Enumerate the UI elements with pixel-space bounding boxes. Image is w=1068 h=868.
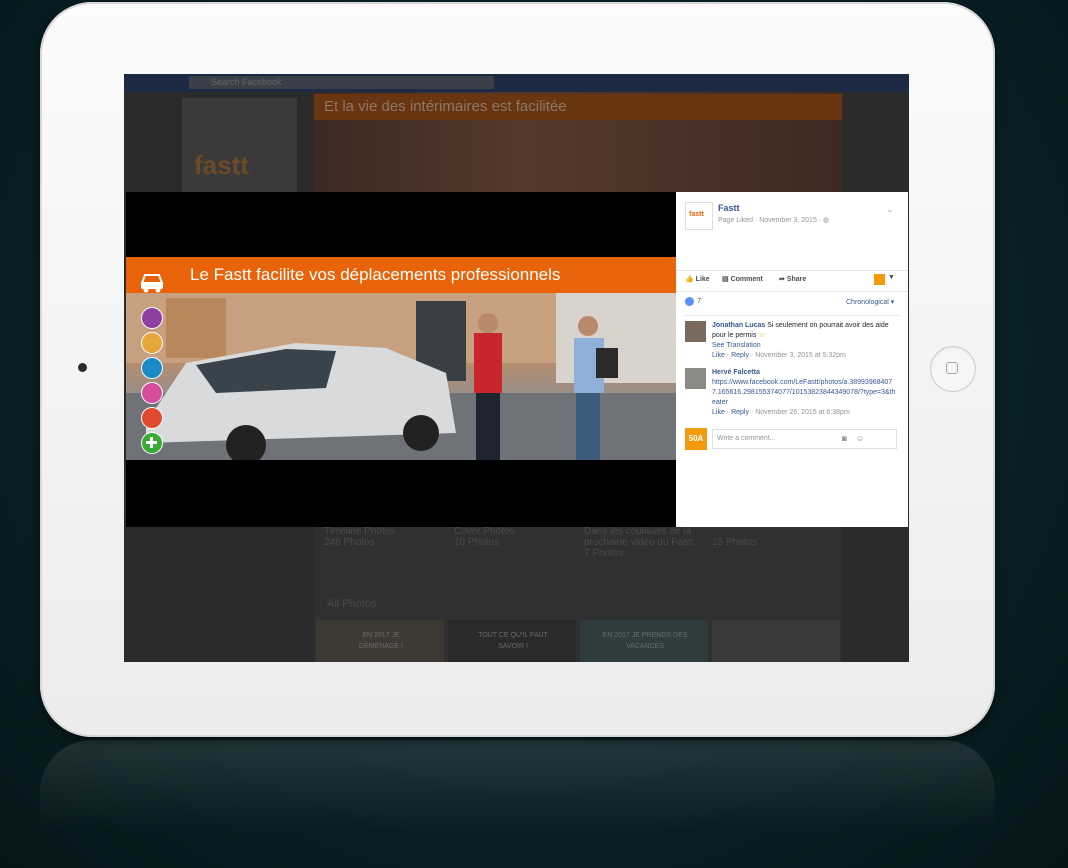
profile-selector-avatar[interactable] <box>874 274 885 285</box>
share-label: Share <box>786 276 807 283</box>
front-camera <box>78 363 87 372</box>
thumbs-up-icon: 👍 <box>685 276 694 283</box>
divider <box>685 315 899 316</box>
comment-item: Hervé Falcetta https://www.facebook.com/… <box>685 368 900 418</box>
post-actions: 👍 Like ▤ Comment ➦ Share ▼ <box>676 270 908 292</box>
globe-icon: ◍ <box>823 217 830 224</box>
comment-date[interactable]: November 3, 2015 at 5:32pm <box>755 352 846 359</box>
album-name: Cover Photos <box>454 526 515 537</box>
comment-icon: ▤ <box>722 276 729 283</box>
post-sidebar: fastt Fastt Page Liked · November 3, 201… <box>676 192 908 527</box>
like-reaction-icon <box>685 296 694 306</box>
comment-body: Jonathan Lucas Si seulement on pourrait … <box>712 321 897 361</box>
home-button-icon <box>946 362 958 374</box>
rocking-horse-icon[interactable] <box>141 382 163 404</box>
write-comment-row: 50A Write a comment... ◙ ☺ <box>685 428 900 450</box>
photo-image <box>126 293 676 460</box>
smiley-emoji-icon: ☺ <box>758 332 766 339</box>
post-meta-text: Page Liked · November 3, 2015 · <box>718 217 824 224</box>
comment-reply-link[interactable]: Reply <box>731 409 749 416</box>
thumbnail-caption: EN 2017 JE DÉMÉNAGE ! <box>359 632 403 650</box>
album-name: Dans les coulisses de la prochaine vidéo… <box>584 526 694 548</box>
all-photos-heading: All Photos <box>327 598 377 610</box>
see-translation-link[interactable]: See Translation <box>712 342 761 349</box>
people-icon[interactable] <box>141 407 163 429</box>
logo-text: fastt <box>194 150 249 180</box>
photo-viewer[interactable]: Le Fastt facilite vos déplacements profe… <box>126 192 676 527</box>
comment-item: Jonathan Lucas Si seulement on pourrait … <box>685 321 900 366</box>
photo-thumbnail[interactable] <box>712 620 840 662</box>
device-reflection <box>40 740 995 868</box>
plus-icon[interactable] <box>141 432 163 454</box>
comment-button[interactable]: ▤ Comment <box>722 275 763 283</box>
comment-date[interactable]: November 26, 2015 at 6:38pm <box>755 409 850 416</box>
like-label: Like <box>695 276 710 283</box>
comment-author[interactable]: Jonathan Lucas <box>712 322 765 329</box>
caret-down-icon[interactable]: ▼ <box>888 274 895 281</box>
comment-like-link[interactable]: Like <box>712 352 725 359</box>
chevron-down-icon[interactable]: ⌄ <box>886 204 894 215</box>
album-count: 15 Photos <box>712 537 758 548</box>
reaction-count: 7 <box>697 296 702 305</box>
like-button[interactable]: 👍 Like <box>685 275 710 283</box>
post-meta: Page Liked · November 3, 2015 · ◍ <box>718 216 829 224</box>
emoji-icon[interactable]: ☺ <box>856 434 864 443</box>
home-button[interactable] <box>930 346 976 392</box>
comment-like-link[interactable]: Like <box>712 409 725 416</box>
album-name: Timeline Photos <box>324 526 396 537</box>
page-avatar[interactable]: fastt <box>685 202 713 230</box>
house-icon[interactable] <box>141 357 163 379</box>
facebook-top-bar: Search Facebook <box>124 74 909 92</box>
photo-thumbnail[interactable]: TOUT CE QU'IL FAUT SAVOIR ! <box>448 620 576 662</box>
my-avatar[interactable]: 50A <box>685 428 707 450</box>
comment-body: Hervé Falcetta https://www.facebook.com/… <box>712 368 897 418</box>
comment-link[interactable]: https://www.facebook.com/LeFastt/photos/… <box>712 379 896 406</box>
search-input[interactable]: Search Facebook <box>189 76 494 89</box>
album-count: 7 Photos <box>584 548 624 559</box>
share-button[interactable]: ➦ Share <box>779 275 806 283</box>
share-icon: ➦ <box>779 276 785 283</box>
photo-banner: Le Fastt facilite vos déplacements profe… <box>126 257 676 293</box>
cover-banner: Et la vie des intérimaires est facilitée <box>314 94 842 120</box>
reaction-summary[interactable]: 7 <box>685 296 701 306</box>
page-profile-logo: fastt <box>182 98 297 193</box>
page-name-link[interactable]: Fastt <box>718 203 740 213</box>
camera-icon[interactable]: ◙ <box>842 434 847 443</box>
write-comment-input[interactable]: Write a comment... <box>712 429 897 449</box>
page-avatar-text: fastt <box>689 211 704 218</box>
comment-reply-link[interactable]: Reply <box>731 352 749 359</box>
avatar[interactable] <box>685 368 706 389</box>
key-icon[interactable] <box>141 332 163 354</box>
comment-sort-label: Chronological <box>846 299 889 306</box>
screen: Search Facebook Et la vie des intérimair… <box>124 74 909 662</box>
thumbnail-caption: EN 2017 JE PRENDS DES VACANCES <box>602 632 688 650</box>
album-count: 10 Photos <box>454 537 500 548</box>
photo-thumbnail[interactable]: EN 2017 JE PRENDS DES VACANCES <box>580 620 708 662</box>
comment-author[interactable]: Hervé Falcetta <box>712 369 760 376</box>
avatar[interactable] <box>685 321 706 342</box>
caret-down-icon: ▾ <box>890 299 895 306</box>
comment-label: Comment <box>730 276 763 283</box>
thumbnail-caption: TOUT CE QU'IL FAUT SAVOIR ! <box>478 632 548 650</box>
photo-banner-title: Le Fastt facilite vos déplacements profe… <box>190 265 561 284</box>
piggy-bank-icon[interactable] <box>141 307 163 329</box>
photo-lightbox: Le Fastt facilite vos déplacements profe… <box>126 192 908 527</box>
photo-thumbnail[interactable]: EN 2017 JE DÉMÉNAGE ! <box>316 620 444 662</box>
album-count: 246 Photos <box>324 537 375 548</box>
comment-sort-dropdown[interactable]: Chronological ▾ <box>846 298 894 306</box>
